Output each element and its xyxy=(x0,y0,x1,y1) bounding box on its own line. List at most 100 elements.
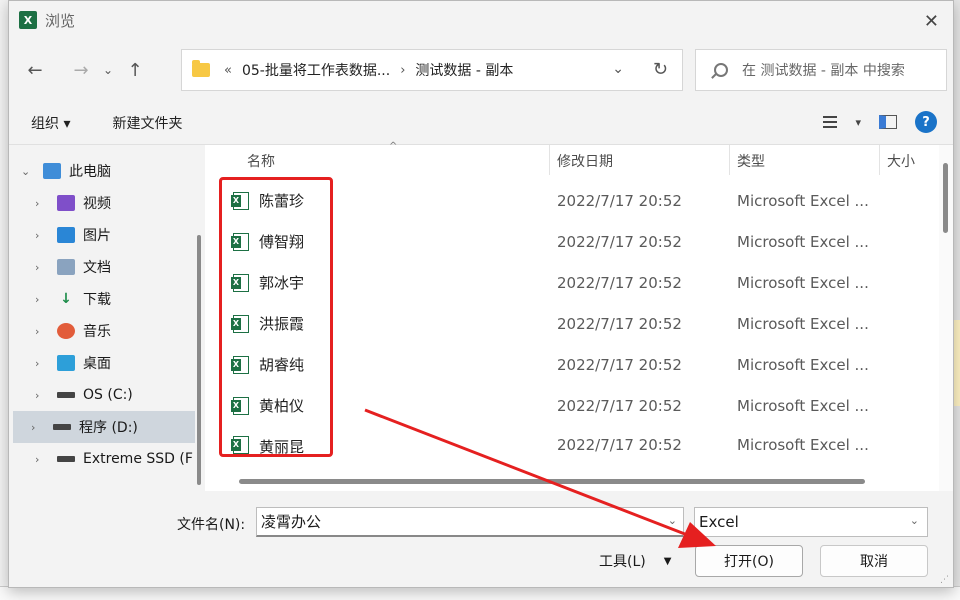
excel-file-icon xyxy=(231,191,249,210)
sidebar-item-documents[interactable]: › 文档 xyxy=(9,251,205,283)
column-header-modified[interactable]: 修改日期 xyxy=(557,151,613,171)
sidebar-item-label: 视频 xyxy=(83,196,111,212)
sidebar-scrollbar[interactable] xyxy=(197,235,201,485)
file-row[interactable]: 郭冰宇 2022/7/17 20:52 Microsoft Excel ... xyxy=(205,262,939,303)
overflow-chevron-icon[interactable]: « xyxy=(224,63,232,78)
column-divider[interactable] xyxy=(549,145,550,175)
file-modified: 2022/7/17 20:52 xyxy=(557,191,682,210)
address-dropdown-icon[interactable]: ⌄ xyxy=(612,61,624,77)
recent-locations-chevron-icon[interactable]: ⌄ xyxy=(97,54,119,86)
column-divider[interactable] xyxy=(729,145,730,175)
chevron-right-icon[interactable]: › xyxy=(35,293,57,306)
drive-icon xyxy=(53,424,71,430)
sidebar-item-label: 桌面 xyxy=(83,356,111,372)
chevron-right-icon[interactable]: › xyxy=(35,229,57,242)
refresh-icon[interactable]: ↻ xyxy=(653,59,668,80)
chevron-down-icon[interactable]: ⌄ xyxy=(910,514,919,527)
file-list: ^ 名称 修改日期 类型 大小 陈蕾珍 2022/7/17 20:52 Micr… xyxy=(205,141,953,491)
filename-field[interactable]: 凌霄办公 ⌄ xyxy=(256,507,684,537)
file-type: Microsoft Excel ... xyxy=(737,191,869,210)
close-icon[interactable]: ✕ xyxy=(924,11,939,32)
vertical-scrollbar-thumb[interactable] xyxy=(943,163,948,233)
chevron-right-icon[interactable]: › xyxy=(35,357,57,370)
file-row[interactable]: 胡睿纯 2022/7/17 20:52 Microsoft Excel ... xyxy=(205,344,939,385)
file-modified: 2022/7/17 20:52 xyxy=(557,273,682,292)
breadcrumb-current[interactable]: 测试数据 - 副本 xyxy=(415,60,513,80)
drive-icon xyxy=(57,456,75,462)
sidebar-item-videos[interactable]: › 视频 xyxy=(9,187,205,219)
vertical-scrollbar-track[interactable] xyxy=(939,145,953,491)
open-button[interactable]: 打开(O) xyxy=(695,545,803,577)
search-placeholder: 在 测试数据 - 副本 中搜索 xyxy=(742,63,905,79)
cancel-button[interactable]: 取消 xyxy=(820,545,928,577)
forward-arrow-icon[interactable]: → xyxy=(65,54,97,86)
dialog-title: 浏览 xyxy=(45,11,76,30)
preview-pane-icon[interactable] xyxy=(879,115,897,129)
resize-grip-icon[interactable]: ⋰ xyxy=(940,575,949,585)
chevron-right-icon[interactable]: › xyxy=(35,325,57,338)
file-modified: 2022/7/17 20:52 xyxy=(557,355,682,374)
sidebar-item-downloads[interactable]: › ↓ 下载 xyxy=(9,283,205,315)
view-options-chevron-icon[interactable]: ▾ xyxy=(855,116,861,129)
chevron-down-icon[interactable]: ⌄ xyxy=(668,514,677,527)
file-row[interactable]: 傅智翔 2022/7/17 20:52 Microsoft Excel ... xyxy=(205,221,939,262)
sidebar-item-this-pc[interactable]: ⌄ 此电脑 xyxy=(9,155,205,187)
chevron-right-icon[interactable]: › xyxy=(35,389,57,402)
horizontal-scrollbar[interactable] xyxy=(239,479,865,484)
column-header-size[interactable]: 大小 xyxy=(887,151,915,171)
help-icon[interactable]: ? xyxy=(915,111,937,133)
chevron-right-icon[interactable]: › xyxy=(31,421,53,434)
video-icon xyxy=(57,195,75,211)
sidebar-item-label: 音乐 xyxy=(83,324,111,340)
tools-menu-button[interactable]: 工具(L) ▼ xyxy=(599,551,671,571)
file-type: Microsoft Excel ... xyxy=(737,232,869,251)
drive-icon xyxy=(57,392,75,398)
organize-menu-button[interactable]: 组织 ▾ xyxy=(31,113,70,133)
navigation-row: ← → ⌄ ↑ « 05-批量将工作表数据... › 测试数据 - 副本 ⌄ ↻… xyxy=(9,39,953,101)
file-type: Microsoft Excel ... xyxy=(737,436,869,454)
view-list-icon[interactable] xyxy=(823,116,838,128)
file-type: Microsoft Excel ... xyxy=(737,355,869,374)
sidebar-item-label: 文档 xyxy=(83,260,111,276)
chevron-down-icon[interactable]: ⌄ xyxy=(21,165,43,178)
column-header-name[interactable]: 名称 xyxy=(247,151,275,171)
sidebar-item-music[interactable]: › 音乐 xyxy=(9,315,205,347)
column-divider[interactable] xyxy=(879,145,880,175)
file-type-filter-select[interactable]: Excel ⌄ xyxy=(694,507,928,537)
desktop-icon xyxy=(57,355,75,371)
sidebar-item-desktop[interactable]: › 桌面 xyxy=(9,347,205,379)
chevron-right-icon[interactable]: › xyxy=(35,197,57,210)
file-row[interactable]: 黄丽昆 2022/7/17 20:52 Microsoft Excel ... xyxy=(205,426,939,456)
sidebar-item-pictures[interactable]: › 图片 xyxy=(9,219,205,251)
open-file-dialog: X 浏览 ✕ ← → ⌄ ↑ « 05-批量将工作表数据... › 测试数据 -… xyxy=(8,0,954,588)
chevron-right-icon[interactable]: › xyxy=(35,453,57,466)
excel-file-icon xyxy=(231,436,249,454)
new-folder-button[interactable]: 新建文件夹 xyxy=(112,113,182,133)
breadcrumb-parent[interactable]: 05-批量将工作表数据... xyxy=(242,60,390,80)
filename-value: 凌霄办公 xyxy=(261,513,322,531)
search-icon xyxy=(714,63,728,77)
file-row[interactable]: 陈蕾珍 2022/7/17 20:52 Microsoft Excel ... xyxy=(205,180,939,221)
search-input[interactable]: 在 测试数据 - 副本 中搜索 xyxy=(695,49,947,91)
excel-file-icon xyxy=(231,355,249,374)
column-header-type[interactable]: 类型 xyxy=(737,151,765,171)
file-type: Microsoft Excel ... xyxy=(737,396,869,415)
folder-icon xyxy=(192,60,210,77)
sidebar-item-extreme-ssd[interactable]: › Extreme SSD (F xyxy=(9,443,205,475)
breadcrumb-separator-icon: › xyxy=(400,62,406,78)
file-row[interactable]: 黄柏仪 2022/7/17 20:52 Microsoft Excel ... xyxy=(205,385,939,426)
up-arrow-icon[interactable]: ↑ xyxy=(119,54,151,86)
file-row[interactable]: 洪振霞 2022/7/17 20:52 Microsoft Excel ... xyxy=(205,303,939,344)
sidebar-item-programs-d[interactable]: › 程序 (D:) xyxy=(13,411,195,443)
address-bar[interactable]: « 05-批量将工作表数据... › 测试数据 - 副本 ⌄ ↻ xyxy=(181,49,683,91)
download-icon: ↓ xyxy=(60,291,72,307)
sidebar-item-os-c[interactable]: › OS (C:) xyxy=(9,379,205,411)
file-name: 胡睿纯 xyxy=(259,356,305,374)
file-type: Microsoft Excel ... xyxy=(737,273,869,292)
excel-app-icon: X xyxy=(19,11,37,29)
music-icon xyxy=(57,323,75,339)
file-name: 傅智翔 xyxy=(259,233,305,251)
tools-label: 工具(L) xyxy=(599,554,646,570)
chevron-right-icon[interactable]: › xyxy=(35,261,57,274)
back-arrow-icon[interactable]: ← xyxy=(19,54,51,86)
